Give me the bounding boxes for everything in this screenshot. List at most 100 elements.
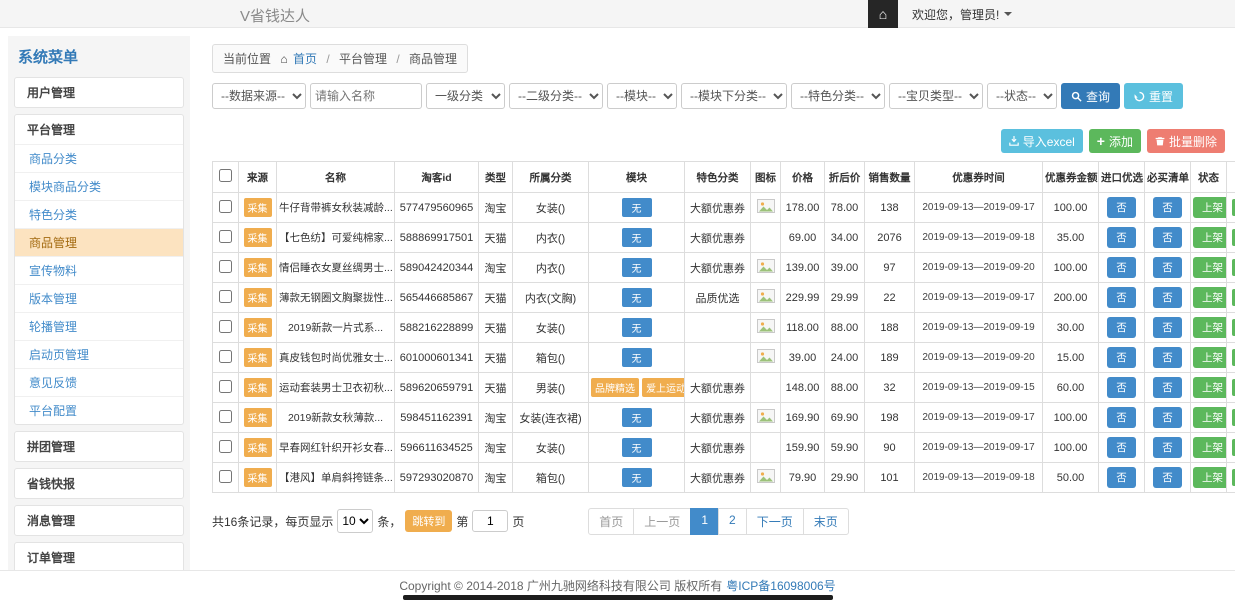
add-button[interactable]: + 添加: [1089, 129, 1141, 153]
filter-select-3[interactable]: --模块--: [607, 83, 677, 109]
filter-select-6[interactable]: --宝贝类型--: [889, 83, 983, 109]
row-checkbox[interactable]: [219, 440, 232, 453]
must-buy-toggle[interactable]: 否: [1153, 407, 1182, 428]
status-toggle[interactable]: 上架: [1193, 437, 1227, 458]
import-select-toggle[interactable]: 否: [1107, 467, 1136, 488]
sidebar-item-5[interactable]: 商品管理: [15, 228, 183, 256]
page-number-input[interactable]: [472, 510, 508, 532]
sidebar-item-2[interactable]: 商品分类: [15, 144, 183, 172]
filter-select-2[interactable]: --二级分类--: [509, 83, 603, 109]
user-menu[interactable]: 欢迎您，管理员!: [898, 0, 1026, 28]
filter-select-7[interactable]: --状态--: [987, 83, 1057, 109]
edit-button[interactable]: [1232, 379, 1235, 396]
status-toggle[interactable]: 上架: [1193, 287, 1227, 308]
breadcrumb-home-link[interactable]: 首页: [293, 52, 317, 66]
must-buy-toggle[interactable]: 否: [1153, 317, 1182, 338]
row-checkbox[interactable]: [219, 260, 232, 273]
must-buy-toggle[interactable]: 否: [1153, 437, 1182, 458]
row-checkbox[interactable]: [219, 200, 232, 213]
status-toggle[interactable]: 上架: [1193, 407, 1227, 428]
sidebar-item-9[interactable]: 启动页管理: [15, 340, 183, 368]
row-checkbox[interactable]: [219, 410, 232, 423]
sidebar-item-7[interactable]: 版本管理: [15, 284, 183, 312]
page-button-1[interactable]: 上一页: [633, 508, 691, 535]
edit-button[interactable]: [1232, 409, 1235, 426]
sidebar-item-6[interactable]: 宣传物料: [15, 256, 183, 284]
filter-select-4[interactable]: --模块下分类--: [681, 83, 787, 109]
import-select-toggle[interactable]: 否: [1107, 227, 1136, 248]
sidebar-item-3[interactable]: 模块商品分类: [15, 172, 183, 200]
sidebar-item-8[interactable]: 轮播管理: [15, 312, 183, 340]
sidebar-item-4[interactable]: 特色分类: [15, 200, 183, 228]
import-select-toggle[interactable]: 否: [1107, 257, 1136, 278]
edit-button[interactable]: [1232, 199, 1235, 216]
edit-button[interactable]: [1232, 259, 1235, 276]
import-select-toggle[interactable]: 否: [1107, 437, 1136, 458]
must-buy-toggle[interactable]: 否: [1153, 257, 1182, 278]
page-button-5[interactable]: 末页: [803, 508, 849, 535]
home-button[interactable]: ⌂: [868, 0, 898, 28]
edit-button[interactable]: [1232, 229, 1235, 246]
per-page-select[interactable]: 10: [337, 509, 373, 533]
import-select-toggle[interactable]: 否: [1107, 287, 1136, 308]
jump-button[interactable]: 跳转到: [405, 510, 452, 532]
feature-category: 大额优惠券: [685, 193, 751, 223]
must-buy-toggle[interactable]: 否: [1153, 347, 1182, 368]
sidebar-item-10[interactable]: 意见反馈: [15, 368, 183, 396]
search-button[interactable]: 查询: [1061, 83, 1120, 109]
col-header-7: 图标: [751, 162, 781, 193]
category: 女装(连衣裙): [513, 403, 589, 433]
coupon-amount: 100.00: [1043, 403, 1099, 433]
sidebar-group-12[interactable]: 拼团管理: [15, 432, 183, 461]
page-button-2[interactable]: 1: [690, 508, 719, 535]
filter-select-5[interactable]: --特色分类--: [791, 83, 885, 109]
edit-button[interactable]: [1232, 289, 1235, 306]
name-search-input[interactable]: [310, 83, 422, 109]
sidebar-item-11[interactable]: 平台配置: [15, 396, 183, 424]
status-toggle[interactable]: 上架: [1193, 227, 1227, 248]
sidebar-group-0[interactable]: 用户管理: [15, 78, 183, 107]
import-select-toggle[interactable]: 否: [1107, 407, 1136, 428]
must-buy-toggle[interactable]: 否: [1153, 287, 1182, 308]
icp-link[interactable]: 粤ICP备16098006号: [726, 577, 835, 594]
sidebar-group-1[interactable]: 平台管理: [15, 115, 183, 144]
select-all-checkbox[interactable]: [219, 169, 232, 182]
row-checkbox[interactable]: [219, 470, 232, 483]
sidebar-group-13[interactable]: 省钱快报: [15, 469, 183, 498]
status-toggle[interactable]: 上架: [1193, 257, 1227, 278]
edit-button[interactable]: [1232, 439, 1235, 456]
row-checkbox[interactable]: [219, 290, 232, 303]
page-button-3[interactable]: 2: [718, 508, 747, 535]
import-select-toggle[interactable]: 否: [1107, 317, 1136, 338]
sidebar-group-14[interactable]: 消息管理: [15, 506, 183, 535]
edit-button[interactable]: [1232, 319, 1235, 336]
status-toggle[interactable]: 上架: [1193, 347, 1227, 368]
status-toggle[interactable]: 上架: [1193, 377, 1227, 398]
feature-category: [685, 313, 751, 343]
import-excel-button[interactable]: 导入excel: [1001, 129, 1083, 153]
edit-button[interactable]: [1232, 469, 1235, 486]
row-checkbox[interactable]: [219, 320, 232, 333]
must-buy-toggle[interactable]: 否: [1153, 377, 1182, 398]
import-select-toggle[interactable]: 否: [1107, 197, 1136, 218]
status-toggle[interactable]: 上架: [1193, 467, 1227, 488]
reset-button[interactable]: 重置: [1124, 83, 1183, 109]
import-select-toggle[interactable]: 否: [1107, 347, 1136, 368]
row-checkbox[interactable]: [219, 230, 232, 243]
batch-delete-button[interactable]: 批量删除: [1147, 129, 1225, 153]
import-select-toggle[interactable]: 否: [1107, 377, 1136, 398]
page-button-0[interactable]: 首页: [588, 508, 634, 535]
must-buy-toggle[interactable]: 否: [1153, 227, 1182, 248]
page-button-4[interactable]: 下一页: [746, 508, 804, 535]
edit-button[interactable]: [1232, 349, 1235, 366]
filter-select-1[interactable]: 一级分类: [426, 83, 505, 109]
row-checkbox[interactable]: [219, 350, 232, 363]
row-checkbox[interactable]: [219, 380, 232, 393]
must-buy-toggle[interactable]: 否: [1153, 197, 1182, 218]
filter-select-0[interactable]: --数据来源--: [212, 83, 306, 109]
status-toggle[interactable]: 上架: [1193, 317, 1227, 338]
sales-count: 189: [865, 343, 915, 373]
status-toggle[interactable]: 上架: [1193, 197, 1227, 218]
must-buy-toggle[interactable]: 否: [1153, 467, 1182, 488]
sidebar-group-15[interactable]: 订单管理: [15, 543, 183, 572]
